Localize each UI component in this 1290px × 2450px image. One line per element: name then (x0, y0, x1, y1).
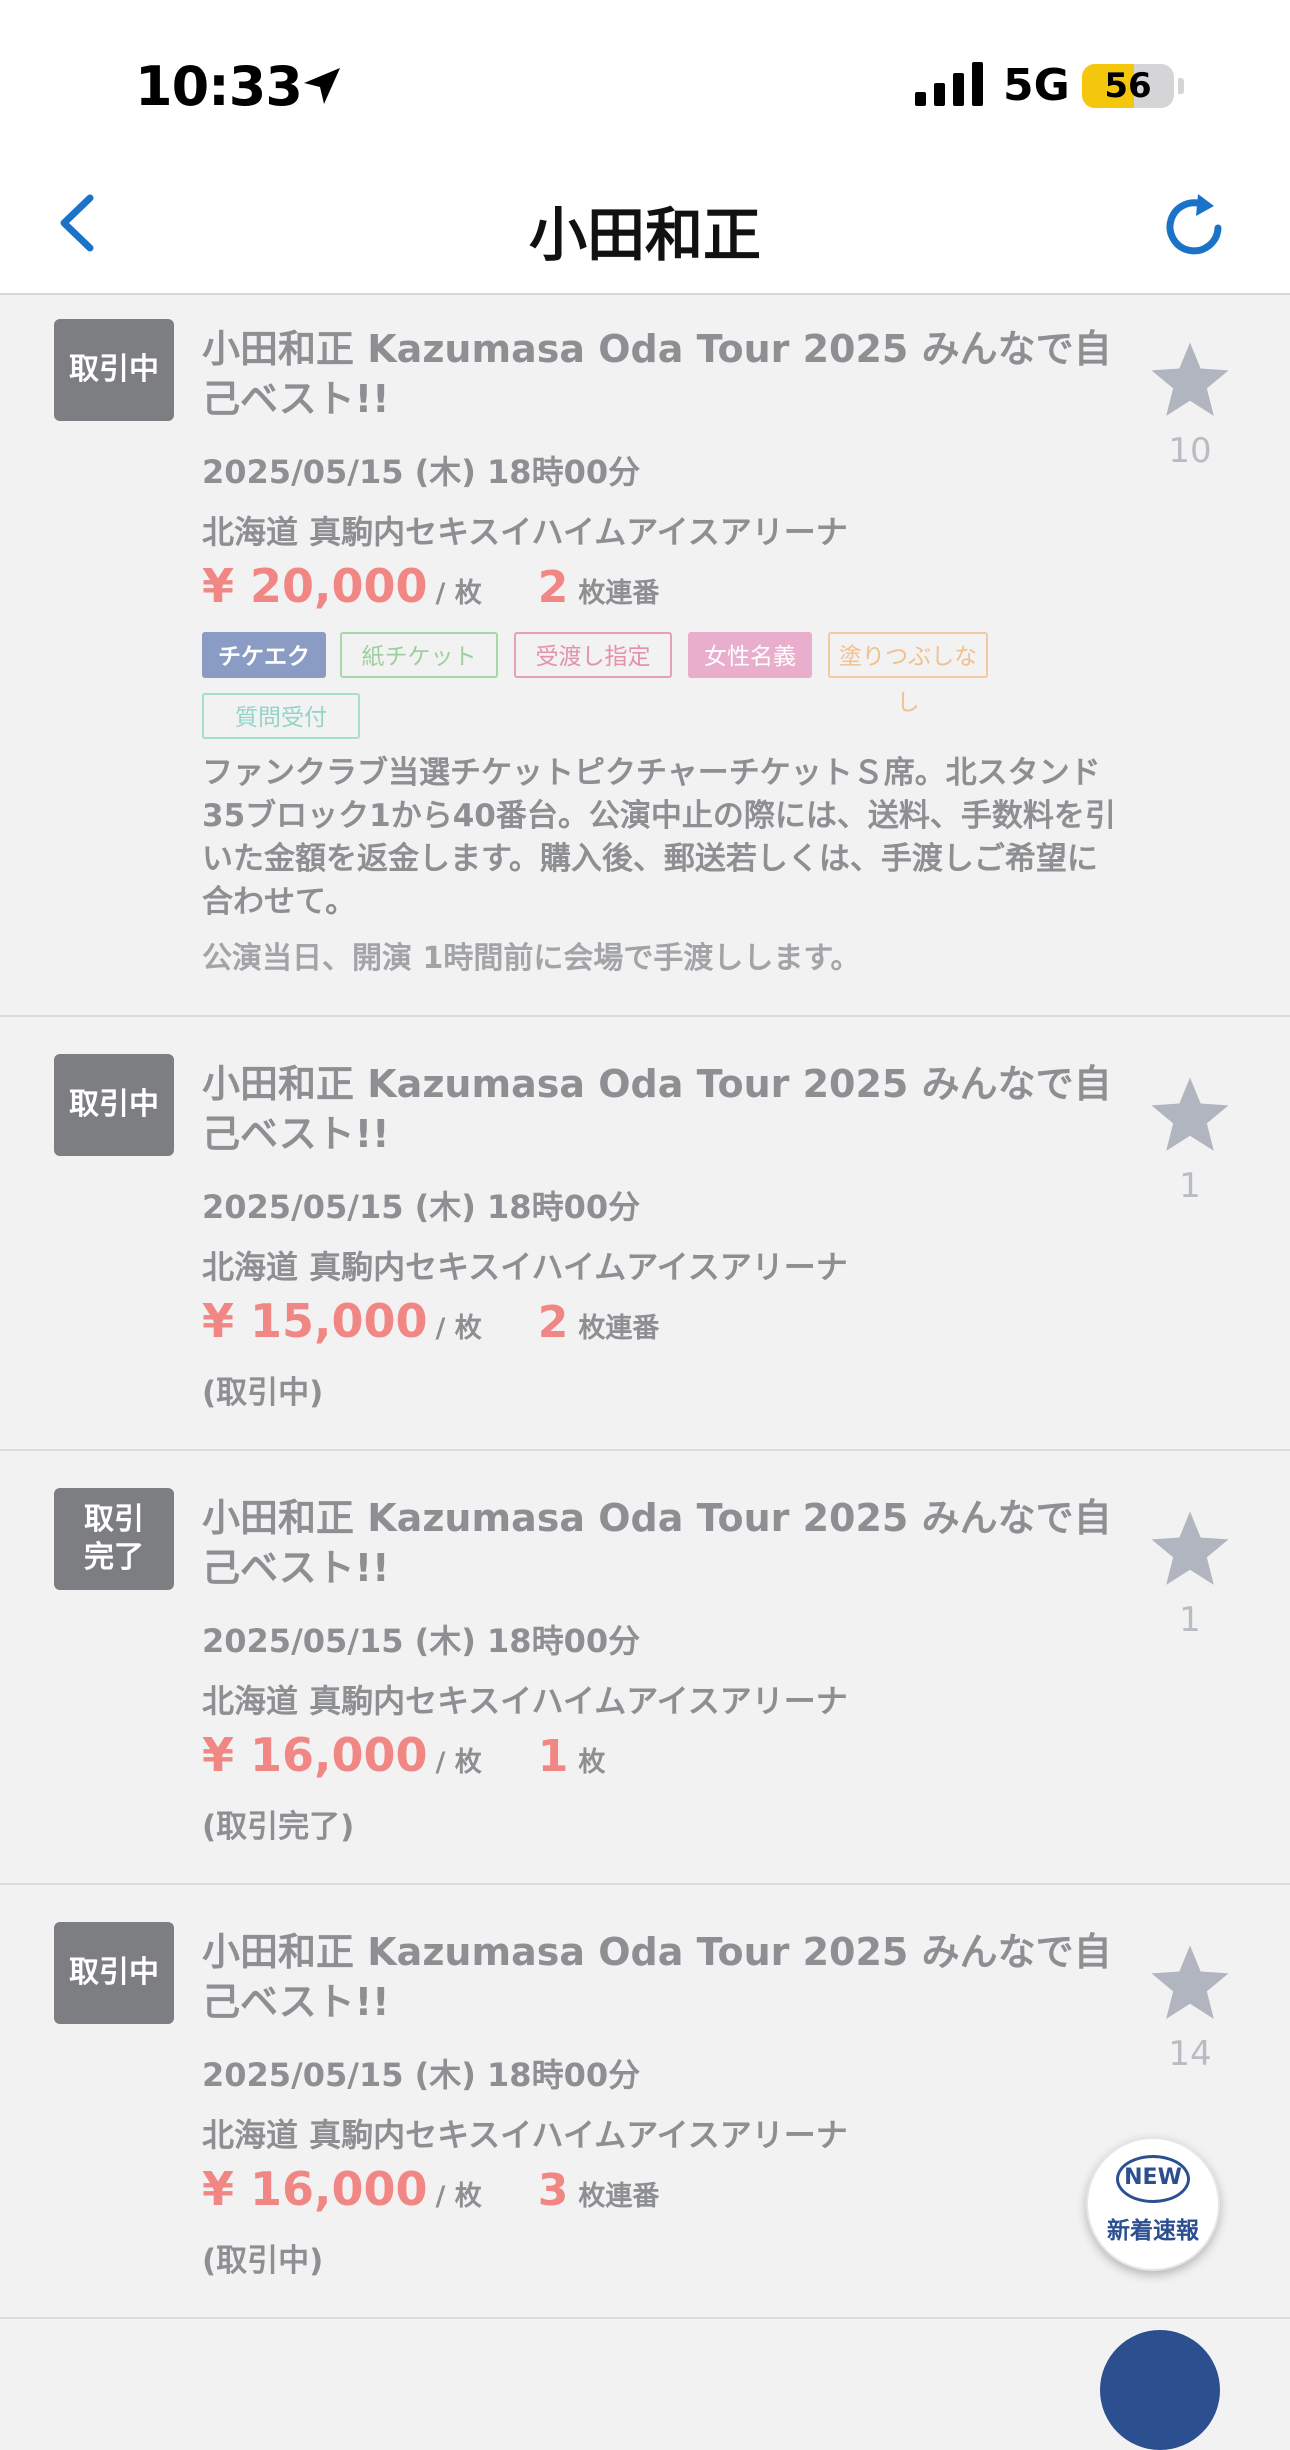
price: ¥ 15,000 (202, 1294, 428, 1348)
new-badge-icon: NEW (1116, 2155, 1190, 2203)
list-item[interactable]: 取引中 小田和正 Kazumasa Oda Tour 2025 みんなで自己ベス… (0, 295, 1290, 1017)
battery-icon: 56 (1082, 64, 1174, 108)
status-bar: 10:33 5G 56 (0, 0, 1290, 160)
new-arrivals-button[interactable]: NEW 新着速報 (1086, 2137, 1220, 2271)
price-unit: / 枚 (435, 1313, 482, 1344)
price: ¥ 16,000 (202, 1728, 428, 1782)
price-row: ¥ 16,000 / 枚 1 枚 (202, 1728, 605, 1784)
favorite-count: 1 (1179, 1600, 1201, 1640)
star-icon[interactable] (1144, 1940, 1236, 2028)
battery-cap (1178, 78, 1184, 94)
deal-status: (取引中) (202, 1375, 324, 1411)
event-date: 2025/05/15 (木) 18時00分 (202, 1622, 641, 1660)
status-badge: 取引 完了 (54, 1488, 174, 1590)
event-date: 2025/05/15 (木) 18時00分 (202, 1188, 641, 1226)
favorite-count: 10 (1168, 431, 1212, 471)
tag-female-name: 女性名義 (688, 632, 812, 678)
event-date: 2025/05/15 (木) 18時00分 (202, 453, 641, 491)
list-item[interactable]: 取引中 小田和正 Kazumasa Oda Tour 2025 みんなで自己ベス… (0, 1017, 1290, 1451)
listing-title: 小田和正 Kazumasa Oda Tour 2025 みんなで自己ベスト!! (202, 1496, 1112, 1590)
price-unit: / 枚 (435, 2181, 482, 2212)
favorite[interactable]: 1 (1142, 1072, 1238, 1206)
quantity: 1 (537, 1731, 569, 1782)
quantity-unit: 枚 (578, 1747, 606, 1778)
tag-handover-designated: 受渡し指定 (514, 632, 672, 678)
tag-no-blackout: 塗りつぶしなし (828, 632, 988, 716)
tag-questions-accepted: 質問受付 (202, 693, 360, 739)
star-icon[interactable] (1144, 337, 1236, 425)
new-arrivals-label: 新着速報 (1107, 2218, 1199, 2244)
tag-paper-ticket: 紙チケット (340, 632, 498, 678)
network-type: 5G (1003, 60, 1070, 111)
quantity: 2 (537, 562, 569, 613)
price-row: ¥ 15,000 / 枚 2 枚連番 (202, 1294, 659, 1350)
favorite[interactable]: 1 (1142, 1506, 1238, 1640)
clock: 10:33 (135, 55, 303, 118)
location-arrow-icon (304, 68, 340, 104)
favorite-count: 14 (1168, 2034, 1212, 2074)
listing-description: ファンクラブ当選チケットピクチャーチケットＳ席。北スタンド35ブロック1から40… (202, 755, 1116, 920)
quantity-unit: 枚連番 (578, 578, 660, 609)
favorite[interactable]: 10 (1142, 337, 1238, 471)
deal-status: (取引完了) (202, 1809, 355, 1845)
quantity: 3 (537, 2165, 569, 2216)
event-date: 2025/05/15 (木) 18時00分 (202, 2056, 641, 2094)
listing-title: 小田和正 Kazumasa Oda Tour 2025 みんなで自己ベスト!! (202, 327, 1112, 421)
price-row: ¥ 20,000 / 枚 2 枚連番 (202, 559, 659, 615)
tag-ticket-exchange: チケエク (202, 632, 326, 678)
cellular-signal-icon (915, 62, 983, 106)
event-venue: 北海道 真駒内セキスイハイムアイスアリーナ (202, 2116, 848, 2154)
listing-note: 公演当日、開演 1時間前に会場で手渡しします。 (202, 941, 861, 976)
favorite-count: 1 (1179, 1166, 1201, 1206)
navigation-bar: 小田和正 (0, 160, 1290, 295)
price-unit: / 枚 (435, 1747, 482, 1778)
favorite[interactable]: 14 (1142, 1940, 1238, 2074)
event-venue: 北海道 真駒内セキスイハイムアイスアリーナ (202, 513, 848, 551)
price: ¥ 16,000 (202, 2162, 428, 2216)
list-item[interactable]: 取引 完了 小田和正 Kazumasa Oda Tour 2025 みんなで自己… (0, 1451, 1290, 1885)
battery-level: 56 (1104, 66, 1152, 106)
quantity-unit: 枚連番 (578, 2181, 660, 2212)
price: ¥ 20,000 (202, 559, 428, 613)
price-row: ¥ 16,000 / 枚 3 枚連番 (202, 2162, 659, 2218)
refresh-icon[interactable] (1160, 190, 1232, 262)
page-title: 小田和正 (528, 201, 761, 269)
listing-title: 小田和正 Kazumasa Oda Tour 2025 みんなで自己ベスト!! (202, 1062, 1112, 1156)
star-icon[interactable] (1144, 1506, 1236, 1594)
list-item[interactable]: 取引中 小田和正 Kazumasa Oda Tour 2025 みんなで自己ベス… (0, 1885, 1290, 2319)
listing-list: 取引中 小田和正 Kazumasa Oda Tour 2025 みんなで自己ベス… (0, 295, 1290, 2319)
status-badge: 取引中 (54, 1054, 174, 1156)
listing-title: 小田和正 Kazumasa Oda Tour 2025 みんなで自己ベスト!! (202, 1930, 1112, 2024)
quantity-unit: 枚連番 (578, 1313, 660, 1344)
status-badge: 取引中 (54, 319, 174, 421)
star-icon[interactable] (1144, 1072, 1236, 1160)
quantity: 2 (537, 1297, 569, 1348)
price-unit: / 枚 (435, 578, 482, 609)
event-venue: 北海道 真駒内セキスイハイムアイスアリーナ (202, 1248, 848, 1286)
status-badge: 取引中 (54, 1922, 174, 2024)
event-venue: 北海道 真駒内セキスイハイムアイスアリーナ (202, 1682, 848, 1720)
deal-status: (取引中) (202, 2243, 324, 2279)
floating-action-button[interactable] (1100, 2330, 1220, 2450)
